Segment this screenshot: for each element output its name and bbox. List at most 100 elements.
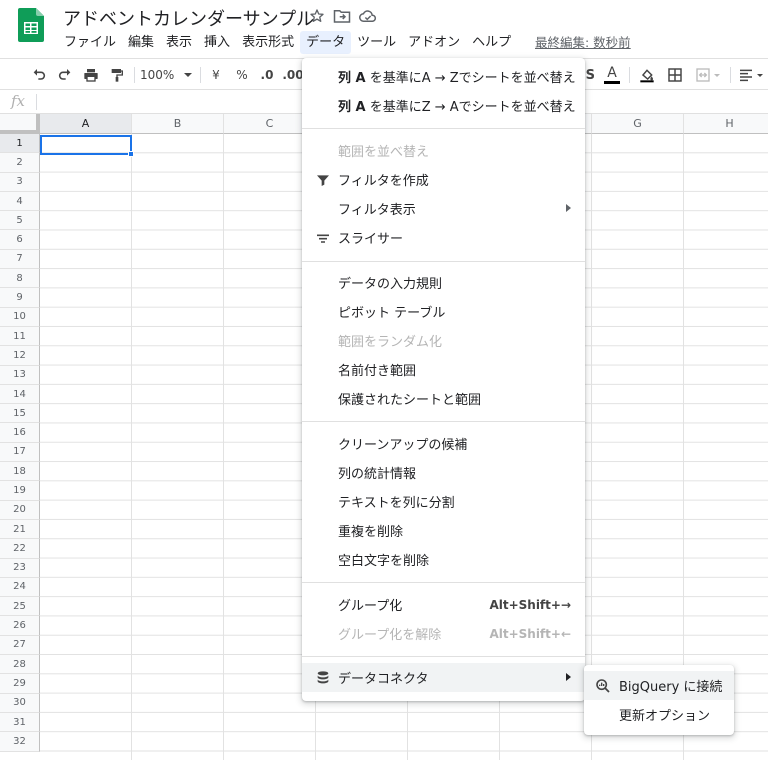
row-header[interactable]: 12	[0, 346, 40, 366]
undo-icon[interactable]	[28, 65, 50, 85]
menu-file[interactable]: ファイル	[58, 31, 122, 54]
chevron-down-icon	[713, 73, 720, 77]
menu-create-filter[interactable]: フィルタを作成	[302, 165, 585, 194]
menu-split-text-to-columns[interactable]: テキストを列に分割	[302, 487, 585, 516]
row-header[interactable]: 2	[0, 153, 40, 173]
row-header[interactable]: 32	[0, 732, 40, 752]
chevron-down-icon	[184, 73, 193, 77]
row-header[interactable]: 29	[0, 674, 40, 694]
row-header[interactable]: 3	[0, 172, 40, 192]
menu-cleanup-suggestions[interactable]: クリーンアップの候補	[302, 429, 585, 458]
row-header[interactable]: 9	[0, 288, 40, 308]
horizontal-align-icon[interactable]	[738, 65, 768, 85]
active-cell-selection[interactable]	[40, 135, 134, 157]
row-header[interactable]: 10	[0, 307, 40, 327]
row-header[interactable]: 17	[0, 442, 40, 463]
menu-filter-views[interactable]: フィルタ表示	[302, 194, 585, 223]
fill-color-icon[interactable]	[636, 65, 658, 85]
menu-insert[interactable]: 挿入	[198, 31, 236, 54]
row-header[interactable]: 4	[0, 191, 40, 212]
fill-handle[interactable]	[128, 151, 134, 157]
menu-view[interactable]: 表示	[160, 31, 198, 54]
menu-slicer[interactable]: スライサー	[302, 223, 585, 252]
row-header[interactable]: 18	[0, 462, 40, 482]
last-edit-link[interactable]: 最終編集: 数秒前	[535, 32, 631, 51]
row-header[interactable]: 5	[0, 211, 40, 231]
menu-randomize-range: 範囲をランダム化	[338, 335, 443, 350]
decrease-decimal-button[interactable]: .0	[256, 65, 278, 85]
row-header[interactable]: 28	[0, 655, 40, 675]
column-header[interactable]: H	[684, 114, 768, 134]
menu-data[interactable]: データ	[300, 30, 352, 54]
column-header[interactable]: B	[132, 114, 224, 134]
menu-group[interactable]: グループ化 Alt+Shift+→	[302, 590, 585, 619]
menu-tools[interactable]: ツール	[351, 31, 402, 54]
menu-data-connectors[interactable]: データコネクタ	[302, 663, 585, 692]
menu-trim-whitespace[interactable]: 空白文字を削除	[302, 545, 585, 574]
data-menu-dropdown: 列 A を基準にA → Zでシートを並べ替え 列 A を基準にZ → Aでシート…	[302, 58, 585, 701]
shortcut-label: Alt+Shift+→	[489, 597, 571, 612]
shortcut-label: Alt+Shift+←	[489, 626, 571, 641]
row-header[interactable]: 27	[0, 635, 40, 656]
row-header[interactable]: 22	[0, 539, 40, 559]
menu-format[interactable]: 表示形式	[236, 31, 300, 54]
row-header[interactable]: 13	[0, 365, 40, 385]
data-connectors-submenu: BigQuery に接続 更新オプション	[584, 665, 734, 735]
menu-edit[interactable]: 編集	[122, 31, 160, 54]
row-header[interactable]: 20	[0, 500, 40, 520]
sheets-logo-icon[interactable]	[18, 8, 44, 42]
row-header[interactable]: 23	[0, 558, 40, 578]
row-header[interactable]: 15	[0, 404, 40, 424]
filter-icon	[315, 172, 331, 188]
select-all-corner[interactable]	[0, 114, 40, 134]
row-header[interactable]: 6	[0, 230, 40, 250]
row-header[interactable]: 7	[0, 249, 40, 270]
column-header[interactable]: G	[592, 114, 684, 134]
document-title[interactable]: アドベントカレンダーサンプル	[63, 5, 314, 31]
menu-addons[interactable]: アドオン	[402, 31, 466, 54]
menu-sort-sheet-z-a[interactable]: 列 A を基準にZ → Aでシートを並べ替え	[302, 91, 585, 120]
menubar: ファイル 編集 表示 挿入 表示形式 データ ツール アドオン ヘルプ	[58, 30, 517, 54]
column-header[interactable]: A	[40, 114, 132, 134]
row-header[interactable]: 31	[0, 712, 40, 733]
increase-decimal-button[interactable]: .00	[282, 65, 304, 85]
menu-connect-bigquery[interactable]: BigQuery に接続	[584, 671, 734, 700]
row-header[interactable]: 1	[0, 134, 40, 154]
percent-button[interactable]: %	[232, 65, 252, 85]
row-header[interactable]: 16	[0, 423, 40, 443]
redo-icon[interactable]	[54, 65, 76, 85]
menu-column-stats[interactable]: 列の統計情報	[302, 458, 585, 487]
merge-cells-icon[interactable]	[692, 65, 722, 85]
menu-ungroup: グループ化を解除 Alt+Shift+←	[338, 626, 571, 644]
menu-pivot-table[interactable]: ピボット テーブル	[302, 297, 585, 326]
paint-format-icon[interactable]	[106, 65, 128, 85]
menu-data-validation[interactable]: データの入力規則	[302, 268, 585, 297]
print-icon[interactable]	[80, 65, 102, 85]
row-header[interactable]: 19	[0, 481, 40, 501]
chevron-down-icon	[757, 73, 763, 77]
menu-protected-sheets[interactable]: 保護されたシートと範囲	[302, 384, 585, 413]
fx-icon: fx	[11, 92, 26, 110]
cloud-saved-icon[interactable]	[359, 8, 377, 24]
menu-named-ranges[interactable]: 名前付き範囲	[302, 355, 585, 384]
row-header[interactable]: 8	[0, 269, 40, 289]
row-header[interactable]: 25	[0, 597, 40, 617]
row-header[interactable]: 14	[0, 384, 40, 405]
bigquery-icon	[595, 678, 611, 698]
text-color-icon[interactable]: A	[601, 65, 623, 85]
star-icon[interactable]	[309, 8, 325, 24]
move-folder-icon[interactable]	[333, 8, 351, 24]
row-header[interactable]: 11	[0, 326, 40, 347]
zoom-select[interactable]: 100%	[140, 65, 194, 85]
row-header[interactable]: 30	[0, 693, 40, 713]
menu-help[interactable]: ヘルプ	[466, 31, 517, 54]
menu-remove-duplicates[interactable]: 重複を削除	[302, 516, 585, 545]
row-header[interactable]: 24	[0, 577, 40, 598]
row-header[interactable]: 21	[0, 519, 40, 540]
row-header[interactable]: 26	[0, 616, 40, 636]
borders-icon[interactable]	[664, 65, 686, 85]
currency-button[interactable]: ¥	[206, 65, 226, 85]
submenu-arrow-icon	[566, 204, 571, 212]
menu-sort-sheet-a-z[interactable]: 列 A を基準にA → Zでシートを並べ替え	[302, 62, 585, 91]
menu-refresh-options[interactable]: 更新オプション	[584, 700, 734, 729]
